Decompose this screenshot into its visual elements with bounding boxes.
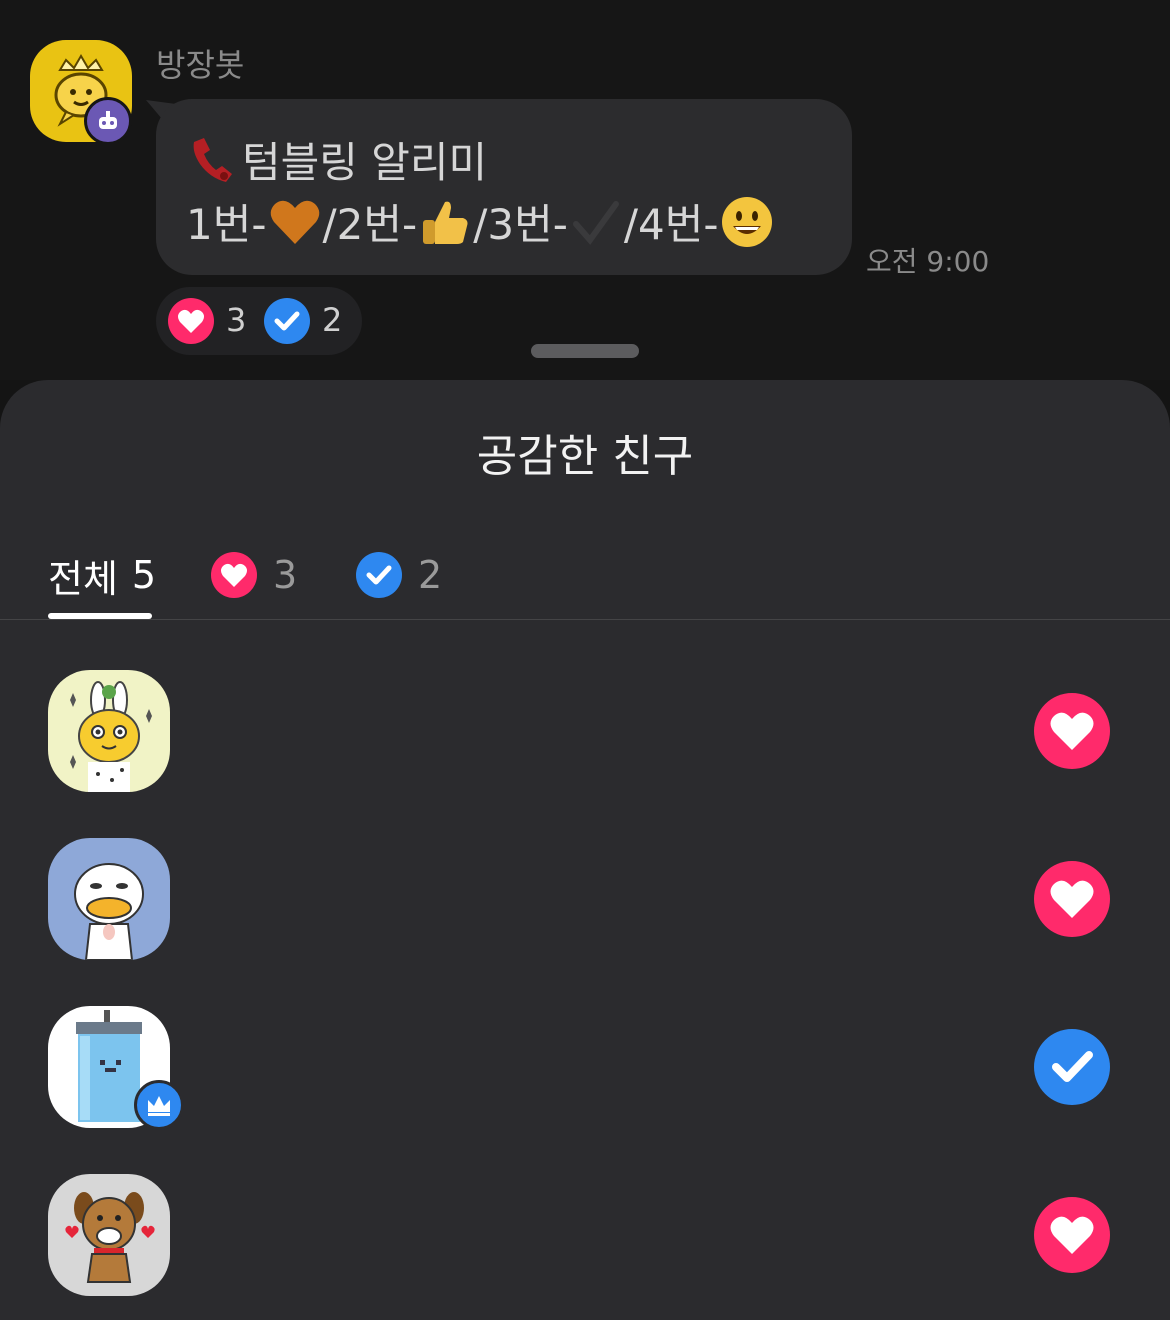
orange-heart-icon bbox=[270, 200, 319, 244]
chat-area: 방장봇 텀블링 알리미 1번- /2번- /3번- /4번- 오전 9:00 3… bbox=[0, 0, 1170, 380]
option-4-text: /4번- bbox=[623, 200, 719, 249]
heart-reaction-icon bbox=[1034, 861, 1110, 937]
sheet-title: 공감한 친구 bbox=[476, 431, 694, 482]
sender-name: 방장봇 bbox=[156, 46, 245, 84]
check-reaction-icon bbox=[1034, 1029, 1110, 1105]
option-2-text: /2번- bbox=[322, 200, 418, 249]
option-3-text: /3번- bbox=[473, 200, 568, 249]
tab-all[interactable]: 전체 5 bbox=[48, 530, 156, 620]
reactions-sheet: 공감한 친구 전체 5 3 2 bbox=[0, 380, 1170, 1320]
message-line-1: 텀블링 알리미 bbox=[186, 129, 487, 190]
tab-check-count: 2 bbox=[418, 553, 443, 597]
check-icon bbox=[264, 298, 310, 344]
smiley-face-icon bbox=[721, 196, 772, 247]
tab-heart[interactable]: 3 bbox=[211, 530, 297, 620]
tab-divider bbox=[0, 619, 1170, 620]
friend-row[interactable] bbox=[0, 1006, 1170, 1136]
tab-heart-count: 3 bbox=[273, 553, 298, 597]
tab-check[interactable]: 2 bbox=[356, 530, 442, 620]
crown-icon bbox=[134, 1080, 184, 1130]
heart-icon bbox=[211, 552, 257, 598]
message-time: 오전 9:00 bbox=[866, 245, 990, 278]
friend-row[interactable] bbox=[0, 1174, 1170, 1304]
tab-all-label: 전체 bbox=[48, 556, 118, 601]
check-icon bbox=[356, 552, 402, 598]
option-1-text: 1번- bbox=[186, 200, 267, 249]
message-title: 텀블링 알리미 bbox=[242, 138, 488, 187]
bot-badge-icon bbox=[84, 97, 132, 145]
rabbit-hood-character-avatar[interactable] bbox=[48, 670, 170, 792]
heart-icon bbox=[168, 298, 214, 344]
reaction-tabs: 전체 5 3 2 bbox=[0, 530, 1170, 620]
tab-all-count: 5 bbox=[131, 553, 157, 597]
check-mark-icon bbox=[572, 200, 619, 245]
thumbs-up-icon bbox=[423, 201, 468, 244]
heart-count: 3 bbox=[226, 301, 247, 339]
friend-row[interactable] bbox=[0, 838, 1170, 968]
heart-reaction-icon bbox=[1034, 693, 1110, 769]
check-count: 2 bbox=[322, 301, 343, 339]
message-bubble[interactable]: 텀블링 알리미 1번- /2번- /3번- /4번- bbox=[156, 99, 852, 275]
brown-dog-character-avatar[interactable] bbox=[48, 1174, 170, 1296]
duck-character-avatar[interactable] bbox=[48, 838, 170, 960]
telephone-receiver-icon bbox=[193, 137, 232, 182]
friend-row[interactable] bbox=[0, 670, 1170, 800]
message-line-2: 1번- /2번- /3번- /4번- bbox=[186, 191, 775, 252]
heart-reaction-icon bbox=[1034, 1197, 1110, 1273]
drag-handle[interactable] bbox=[531, 344, 639, 358]
reaction-summary[interactable]: 3 2 bbox=[156, 287, 362, 355]
